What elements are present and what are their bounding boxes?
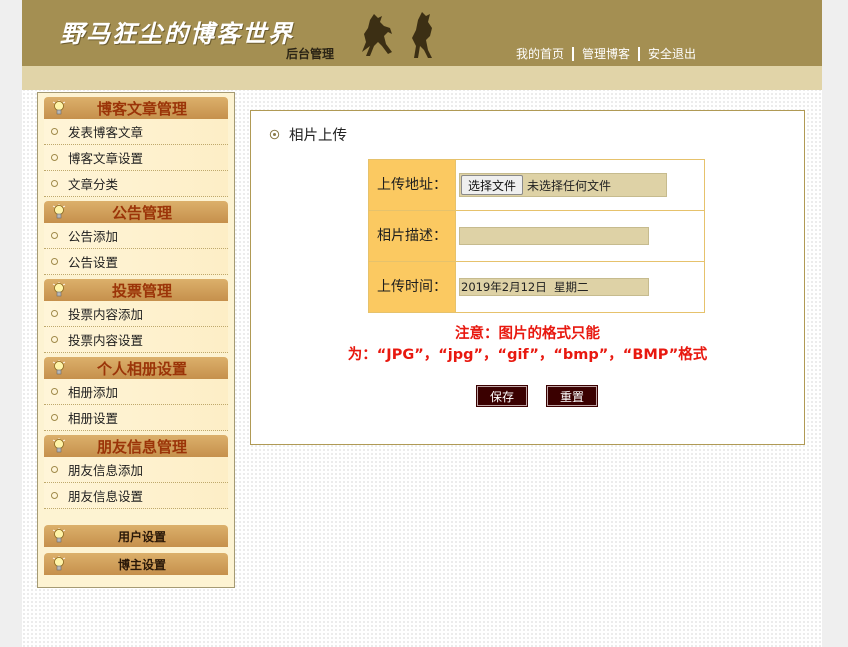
upload-form-table: 上传地址： 选择文件 未选择任何文件 相片描述： 上传时间： <box>368 159 705 313</box>
sidebar-item-add-album[interactable]: 相册添加 <box>44 379 228 405</box>
sidebar-item-announcement-settings[interactable]: 公告设置 <box>44 249 228 275</box>
save-button[interactable]: 保存 <box>475 385 529 407</box>
upload-address-cell: 选择文件 未选择任何文件 <box>455 159 705 211</box>
sidebar-group-label: 用户设置 <box>117 529 166 544</box>
sidebar-item-label: 朋友信息设置 <box>68 489 144 504</box>
bullet-ring-icon <box>51 128 58 135</box>
bullet-ring-icon <box>51 336 58 343</box>
reset-button[interactable]: 重置 <box>545 385 599 407</box>
sidebar-group-announcements[interactable]: 公告管理 <box>44 201 228 223</box>
sidebar-item-article-category[interactable]: 文章分类 <box>44 171 228 197</box>
sidebar-group-user-settings[interactable]: 用户设置 <box>44 525 228 547</box>
sidebar-item-album-settings[interactable]: 相册设置 <box>44 405 228 431</box>
sidebar-group-blog-articles[interactable]: 博客文章管理 <box>44 97 228 119</box>
sidebar-item-vote-settings[interactable]: 投票内容设置 <box>44 327 228 353</box>
sidebar-item-label: 公告设置 <box>68 255 119 270</box>
sidebar-item-label: 发表博客文章 <box>68 125 144 140</box>
lightbulb-icon <box>52 204 66 219</box>
sidebar-item-add-announcement[interactable]: 公告添加 <box>44 223 228 249</box>
home-link[interactable]: 我的首页 <box>508 45 572 62</box>
lightbulb-icon <box>52 360 66 375</box>
top-nav: 我的首页 管理博客 安全退出 <box>508 45 704 62</box>
gear-icon <box>269 129 280 140</box>
sidebar-item-publish-article[interactable]: 发表博客文章 <box>44 119 228 145</box>
sidebar-group-label: 博主设置 <box>117 557 166 572</box>
sidebar-group-label: 投票管理 <box>111 281 172 300</box>
bullet-ring-icon <box>51 492 58 499</box>
manage-blog-link[interactable]: 管理博客 <box>574 45 638 62</box>
format-notice: 注意：图片的格式只能 为：“JPG”，“jpg”，“gif”，“bmp”，“BM… <box>251 324 804 366</box>
sidebar-item-label: 朋友信息添加 <box>68 463 144 478</box>
upload-time-label: 上传时间： <box>368 261 456 313</box>
panel-title-text: 相片上传 <box>289 128 347 144</box>
logout-link[interactable]: 安全退出 <box>640 45 704 62</box>
sidebar-item-add-friend[interactable]: 朋友信息添加 <box>44 457 228 483</box>
panel-title: 相片上传 <box>269 124 347 145</box>
sidebar-item-label: 文章分类 <box>68 177 119 192</box>
sidebar: 博客文章管理 发表博客文章 博客文章设置 文章分类 公告管理 公告添加 公告设置… <box>37 92 235 588</box>
horse-icon <box>412 12 432 58</box>
admin-subtitle: 后台管理 <box>286 47 335 61</box>
form-row-description: 相片描述： <box>368 210 705 262</box>
sidebar-item-add-vote[interactable]: 投票内容添加 <box>44 301 228 327</box>
horse-icon <box>362 14 392 56</box>
bullet-ring-icon <box>51 154 58 161</box>
sidebar-item-label: 投票内容添加 <box>68 307 144 322</box>
bullet-ring-icon <box>51 388 58 395</box>
sidebar-group-label: 公告管理 <box>111 203 172 222</box>
choose-file-button[interactable]: 选择文件 <box>461 175 524 195</box>
form-row-time: 上传时间： <box>368 261 705 313</box>
file-input[interactable]: 选择文件 未选择任何文件 <box>459 173 667 197</box>
lightbulb-icon <box>52 556 66 571</box>
photo-description-input[interactable] <box>459 227 649 245</box>
format-notice-line: 注意：图片的格式只能 <box>455 326 600 342</box>
sub-bar <box>22 66 822 90</box>
sidebar-group-album[interactable]: 个人相册设置 <box>44 357 228 379</box>
photo-description-cell <box>455 210 705 262</box>
sidebar-item-label: 投票内容设置 <box>68 333 144 348</box>
bullet-ring-icon <box>51 180 58 187</box>
upload-panel: 相片上传 上传地址： 选择文件 未选择任何文件 相片描述： 上传时间： 2019… <box>250 110 805 445</box>
sidebar-item-label: 公告添加 <box>68 229 119 244</box>
header: 野马狂尘的博客世界 后台管理 我的首页 管理博客 安全退出 <box>22 0 822 66</box>
form-row-upload: 上传地址： 选择文件 未选择任何文件 <box>368 159 705 211</box>
lightbulb-icon <box>52 282 66 297</box>
bullet-ring-icon <box>51 258 58 265</box>
upload-time-cell <box>455 261 705 313</box>
sidebar-item-label: 相册设置 <box>68 411 119 426</box>
bullet-ring-icon <box>51 466 58 473</box>
lightbulb-icon <box>52 100 66 115</box>
sidebar-item-label: 博客文章设置 <box>68 151 144 166</box>
file-status-text: 未选择任何文件 <box>527 178 612 193</box>
sidebar-item-label: 相册添加 <box>68 385 119 400</box>
bullet-ring-icon <box>51 232 58 239</box>
page: 野马狂尘的博客世界 后台管理 我的首页 管理博客 安全退出 博客文章管理 发表博… <box>22 0 822 647</box>
sidebar-group-friends[interactable]: 朋友信息管理 <box>44 435 228 457</box>
sidebar-group-label: 博客文章管理 <box>96 99 187 118</box>
format-notice-line: 为：“JPG”，“jpg”，“gif”，“bmp”，“BMP”格式 <box>347 347 708 363</box>
bullet-ring-icon <box>51 310 58 317</box>
bullet-ring-icon <box>51 414 58 421</box>
sidebar-group-voting[interactable]: 投票管理 <box>44 279 228 301</box>
sidebar-item-article-settings[interactable]: 博客文章设置 <box>44 145 228 171</box>
sidebar-group-label: 个人相册设置 <box>96 359 187 378</box>
site-title: 野马狂尘的博客世界 <box>60 19 294 48</box>
lightbulb-icon <box>52 528 66 543</box>
lightbulb-icon <box>52 438 66 453</box>
upload-address-label: 上传地址： <box>368 159 456 211</box>
upload-time-input[interactable] <box>459 278 649 296</box>
photo-description-label: 相片描述： <box>368 210 456 262</box>
sidebar-group-label: 朋友信息管理 <box>96 437 187 456</box>
sidebar-item-friend-settings[interactable]: 朋友信息设置 <box>44 483 228 509</box>
sidebar-group-blogger-settings[interactable]: 博主设置 <box>44 553 228 575</box>
